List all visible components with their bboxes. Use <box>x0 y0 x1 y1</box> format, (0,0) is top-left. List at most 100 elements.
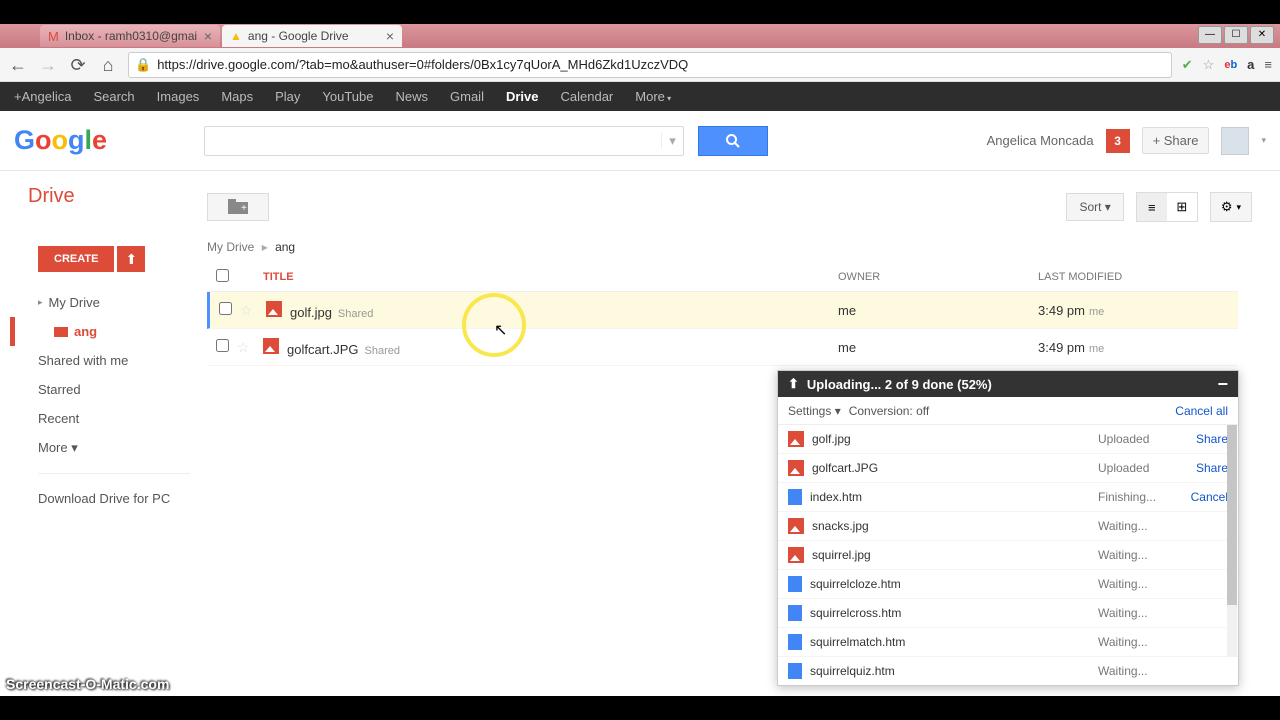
header-modified[interactable]: LAST MODIFIED <box>1038 271 1238 283</box>
ext-amazon-icon[interactable]: a <box>1247 57 1254 72</box>
sidebar-item-mydrive[interactable]: ▸My Drive <box>10 288 190 317</box>
status-ok-icon: ✔ <box>1182 57 1193 73</box>
drive-title[interactable]: Drive <box>28 185 75 208</box>
notifications-badge[interactable]: 3 <box>1106 129 1130 153</box>
nav-youtube[interactable]: YouTube <box>322 89 373 104</box>
sidebar-item-shared[interactable]: Shared with me <box>10 346 190 375</box>
close-window-icon[interactable]: ✕ <box>1250 26 1274 44</box>
upload-action-link[interactable]: Share <box>1178 432 1228 446</box>
upload-status: Uploaded <box>1098 461 1178 475</box>
select-all-checkbox[interactable] <box>216 269 229 282</box>
user-name[interactable]: Angelica Moncada <box>987 133 1094 148</box>
lock-icon: 🔒 <box>135 57 151 73</box>
upload-row: squirrel.jpgWaiting... <box>778 541 1238 570</box>
star-icon[interactable]: ☆ <box>237 339 261 356</box>
upload-status: Waiting... <box>1098 635 1178 649</box>
upload-file-name: squirrelcloze.htm <box>810 577 901 591</box>
sidebar-item-label: ang <box>74 324 97 339</box>
nav-images[interactable]: Images <box>157 89 200 104</box>
breadcrumb-root[interactable]: My Drive <box>207 240 254 254</box>
create-button[interactable]: CREATE <box>38 246 114 272</box>
minimize-panel-icon[interactable]: − <box>1217 374 1228 395</box>
browser-tab-inbox[interactable]: M Inbox - ramh0310@gmai × <box>40 25 220 47</box>
folder-icon <box>54 327 68 337</box>
divider <box>38 473 190 474</box>
breadcrumb: My Drive ▸ ang <box>207 240 295 254</box>
sidebar-download-drive[interactable]: Download Drive for PC <box>10 484 190 513</box>
settings-button[interactable]: ⚙ ▾ <box>1210 192 1252 222</box>
upload-row: snacks.jpgWaiting... <box>778 512 1238 541</box>
scrollbar[interactable] <box>1227 425 1237 657</box>
upload-file-name: squirrelcross.htm <box>810 606 901 620</box>
nav-maps[interactable]: Maps <box>221 89 253 104</box>
search-button[interactable] <box>698 126 768 156</box>
upload-settings-link[interactable]: Settings ▾ <box>788 404 841 418</box>
new-folder-button[interactable]: + <box>207 193 269 221</box>
document-file-icon <box>788 489 802 505</box>
avatar[interactable] <box>1221 127 1249 155</box>
maximize-icon[interactable]: ☐ <box>1224 26 1248 44</box>
minimize-icon[interactable]: — <box>1198 26 1222 44</box>
header-title[interactable]: TITLE <box>261 271 838 283</box>
share-button[interactable]: + Share <box>1142 127 1210 154</box>
upload-file-name: snacks.jpg <box>812 519 869 533</box>
close-icon[interactable]: × <box>204 28 212 44</box>
sidebar-item-more[interactable]: More ▾ <box>10 433 190 463</box>
upload-status: Waiting... <box>1098 577 1178 591</box>
image-file-icon <box>788 547 804 563</box>
close-icon[interactable]: × <box>386 28 394 44</box>
star-icon[interactable]: ☆ <box>240 302 264 319</box>
row-checkbox[interactable] <box>216 339 229 352</box>
window-controls: — ☐ ✕ <box>1198 26 1274 44</box>
sidebar-item-recent[interactable]: Recent <box>10 404 190 433</box>
reload-icon[interactable]: ⟳ <box>68 55 88 75</box>
back-icon[interactable]: ← <box>8 55 28 75</box>
nav-gmail[interactable]: Gmail <box>450 89 484 104</box>
menu-icon[interactable]: ≡ <box>1264 57 1272 72</box>
avatar-dropdown-icon[interactable]: ▾ <box>1261 135 1266 146</box>
grid-view-icon[interactable]: ⊞ <box>1167 193 1197 221</box>
document-file-icon <box>788 576 802 592</box>
sort-button[interactable]: Sort ▾ <box>1066 193 1123 221</box>
upload-action-link[interactable]: Cancel <box>1178 490 1228 504</box>
gmail-icon: M <box>48 29 59 44</box>
nav-search[interactable]: Search <box>93 89 134 104</box>
table-row[interactable]: ☆ golfcart.JPGShared me 3:49 pmme <box>207 329 1238 366</box>
browser-tab-drive[interactable]: ▲ ang - Google Drive × <box>222 25 402 47</box>
upload-action-link[interactable]: Share <box>1178 461 1228 475</box>
image-file-icon <box>788 460 804 476</box>
cancel-all-link[interactable]: Cancel all <box>1175 404 1228 418</box>
sidebar-item-starred[interactable]: Starred <box>10 375 190 404</box>
forward-icon[interactable]: → <box>38 55 58 75</box>
document-file-icon <box>788 605 802 621</box>
upload-button[interactable]: ⬆ <box>117 246 145 272</box>
header-owner[interactable]: OWNER <box>838 271 1038 283</box>
home-icon[interactable]: ⌂ <box>98 55 118 75</box>
nav-plus-you[interactable]: +Angelica <box>14 89 71 104</box>
sidebar-item-ang[interactable]: ang <box>10 317 190 346</box>
upload-arrow-icon: ⬆ <box>788 376 799 392</box>
row-checkbox[interactable] <box>219 302 232 315</box>
nav-news[interactable]: News <box>396 89 429 104</box>
file-name: golfcart.JPG <box>287 342 359 357</box>
search-input[interactable] <box>205 133 661 149</box>
scroll-thumb[interactable] <box>1227 425 1237 605</box>
star-icon[interactable]: ☆ <box>1203 57 1215 73</box>
nav-drive[interactable]: Drive <box>506 89 539 104</box>
nav-play[interactable]: Play <box>275 89 300 104</box>
browser-tab-strip: M Inbox - ramh0310@gmai × ▲ ang - Google… <box>0 24 1280 48</box>
nav-more[interactable]: More <box>635 89 671 104</box>
upload-file-name: golfcart.JPG <box>812 461 878 475</box>
file-modified: 3:49 pm <box>1038 303 1085 318</box>
image-file-icon <box>263 338 279 354</box>
search-dropdown-icon[interactable]: ▾ <box>661 133 683 149</box>
chevron-down-icon: ▾ <box>1236 202 1241 213</box>
upload-row: golfcart.JPG UploadedShare <box>778 454 1238 483</box>
table-row[interactable]: ☆ golf.jpgShared me 3:49 pmme <box>207 292 1238 329</box>
upload-status: Waiting... <box>1098 664 1178 678</box>
list-view-icon[interactable]: ≡ <box>1137 193 1167 221</box>
url-box[interactable]: 🔒 https://drive.google.com/?tab=mo&authu… <box>128 52 1172 78</box>
ext-ebay-icon[interactable]: eb <box>1224 59 1237 71</box>
nav-calendar[interactable]: Calendar <box>561 89 614 104</box>
google-logo: Google <box>14 125 164 156</box>
